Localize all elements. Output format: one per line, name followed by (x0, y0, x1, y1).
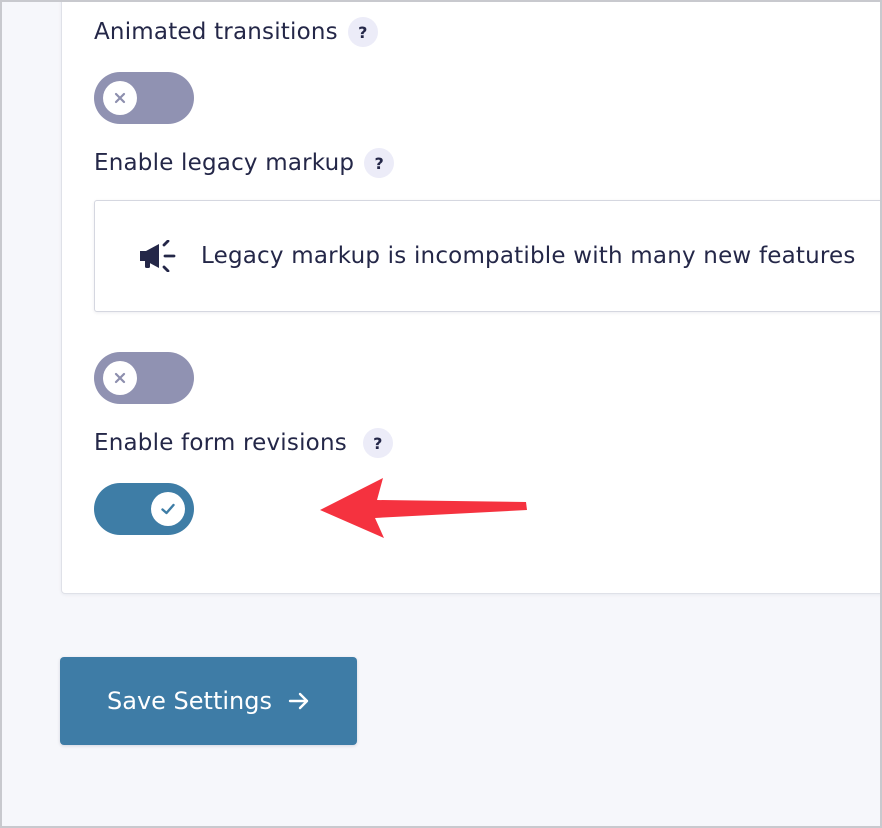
form-revisions-label: Enable form revisions ? (94, 427, 393, 459)
animated-transitions-help-icon[interactable]: ? (347, 17, 378, 47)
red-arrow-annotation-icon (320, 478, 527, 538)
megaphone-icon (137, 240, 179, 272)
toggle-off-x-icon (103, 81, 137, 115)
legacy-markup-help-icon[interactable]: ? (364, 148, 395, 178)
form-revisions-help-icon[interactable]: ? (362, 428, 393, 458)
toggle-off-x-icon (103, 361, 137, 395)
save-settings-button[interactable]: Save Settings (60, 657, 357, 745)
legacy-markup-label: Enable legacy markup ? (94, 147, 395, 179)
toggle-on-check-icon (151, 492, 185, 526)
settings-screen: Animated transitions ? Enable legacy mar… (0, 0, 882, 828)
animated-transitions-toggle[interactable] (94, 72, 194, 124)
form-revisions-label-text: Enable form revisions (94, 430, 347, 456)
animated-transitions-label-text: Animated transitions (94, 19, 338, 45)
legacy-markup-notice: Legacy markup is incompatible with many … (94, 200, 880, 312)
legacy-markup-toggle[interactable] (94, 352, 194, 404)
form-revisions-toggle[interactable] (94, 483, 194, 535)
legacy-markup-label-text: Enable legacy markup (94, 150, 355, 176)
save-settings-label: Save Settings (107, 687, 272, 715)
legacy-markup-notice-text: Legacy markup is incompatible with many … (201, 243, 856, 269)
animated-transitions-label: Animated transitions ? (94, 16, 378, 48)
arrow-right-icon (288, 691, 310, 711)
